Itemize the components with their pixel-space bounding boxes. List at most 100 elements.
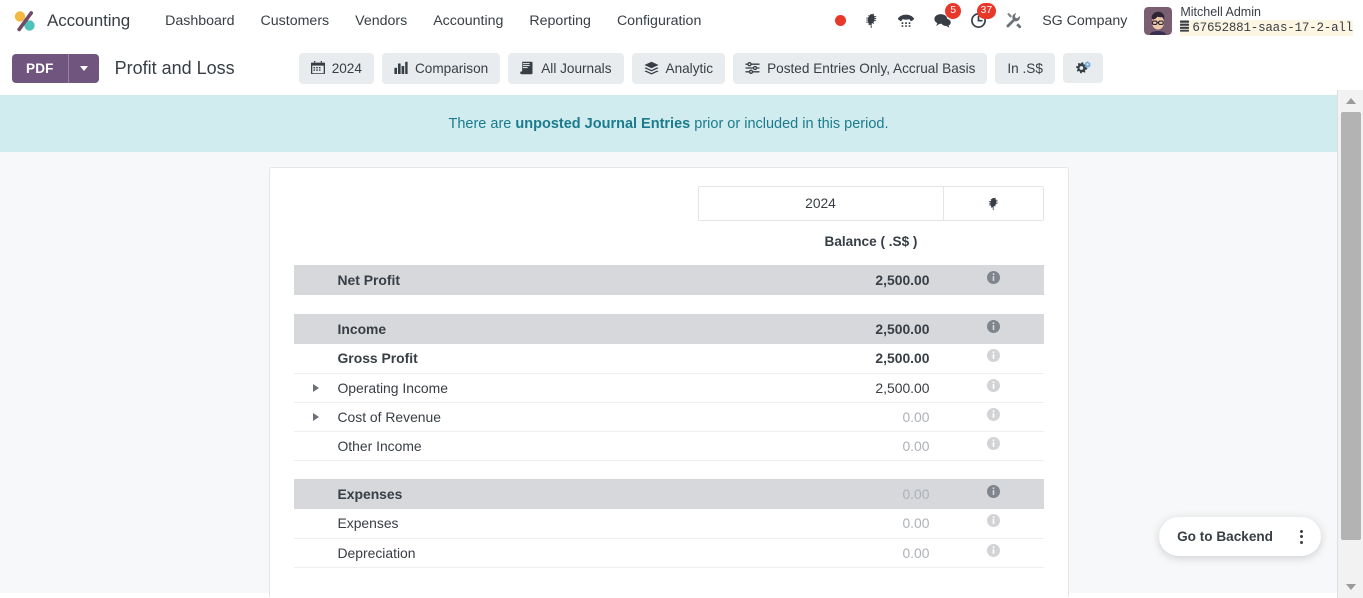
column-header-bug-icon[interactable] — [942, 187, 1043, 220]
nav-dashboard[interactable]: Dashboard — [152, 8, 247, 34]
database-icon — [1180, 20, 1190, 36]
info-icon[interactable] — [987, 320, 1000, 333]
report-filter-bar: 2024 Comparison All Journals Analytic Po… — [298, 52, 1103, 84]
table-row[interactable]: Depreciation 0.00 — [293, 538, 1044, 568]
kebab-menu-icon[interactable] — [1288, 524, 1314, 550]
page-title: Profit and Loss — [114, 57, 235, 78]
brand-name: Accounting — [47, 10, 131, 30]
table-row[interactable]: Operating Income 2,500.00 — [293, 373, 1044, 403]
table-spacer-row — [293, 460, 1044, 479]
database-name-chip: 67652881-saas-17-2-all — [1180, 19, 1353, 36]
row-toggle-cell — [293, 373, 338, 403]
scrollbar-track[interactable] — [1338, 112, 1363, 576]
pdf-export-dropdown-button[interactable] — [67, 53, 99, 83]
nav-vendors[interactable]: Vendors — [342, 8, 420, 34]
profit-and-loss-report-card: 2024 Balance ( .S$ ) Net Profit 2,500.00 — [268, 167, 1069, 597]
company-switcher[interactable]: SG Company — [1031, 8, 1138, 34]
report-settings-button[interactable] — [1062, 53, 1103, 83]
recording-dot-shape — [835, 15, 847, 26]
table-row[interactable]: Income 2,500.00 — [293, 314, 1044, 344]
row-label: Net Profit — [337, 272, 401, 288]
user-info: Mitchell Admin 67652881-saas-17-2-all — [1180, 5, 1353, 36]
row-value: 2,500.00 — [793, 373, 944, 403]
go-to-backend-button[interactable]: Go to Backend — [1164, 522, 1286, 551]
user-name: Mitchell Admin — [1180, 5, 1261, 20]
filter-currency[interactable]: In .S$ — [995, 52, 1055, 84]
row-info-cell — [943, 344, 1044, 374]
row-label: Income — [337, 321, 387, 337]
row-info-cell — [944, 265, 1044, 295]
row-label: Cost of Revenue — [337, 402, 794, 432]
voip-phone-icon[interactable] — [888, 6, 924, 36]
row-info-cell — [943, 538, 1044, 568]
table-row[interactable]: Expenses 0.00 — [293, 479, 1044, 509]
table-spacer-row — [293, 295, 1044, 314]
vertical-scrollbar[interactable] — [1337, 90, 1363, 598]
info-icon[interactable] — [987, 485, 1000, 498]
nav-configuration[interactable]: Configuration — [604, 8, 714, 34]
row-info-cell — [944, 479, 1044, 509]
filter-analytic-label: Analytic — [665, 60, 714, 76]
nav-accounting[interactable]: Accounting — [420, 8, 516, 34]
user-menu[interactable]: Mitchell Admin 67652881-saas-17-2-all — [1138, 5, 1353, 36]
kebab-dot — [1299, 535, 1303, 538]
nav-customers[interactable]: Customers — [248, 8, 343, 34]
info-icon[interactable] — [987, 271, 1000, 284]
info-icon[interactable] — [987, 349, 1000, 363]
alert-link-unposted-entries[interactable]: unposted Journal Entries — [515, 116, 690, 132]
profit-and-loss-table: Net Profit 2,500.00 Income 2,500.00 Gros… — [293, 265, 1044, 568]
messages-icon[interactable]: 5 — [924, 2, 962, 36]
table-row[interactable]: Gross Profit 2,500.00 — [293, 344, 1044, 374]
filter-analytic[interactable]: Analytic — [631, 52, 726, 84]
row-info-cell — [944, 314, 1044, 344]
filter-comparison[interactable]: Comparison — [381, 52, 501, 84]
row-label: Depreciation — [337, 538, 794, 568]
filter-date-2024[interactable]: 2024 — [298, 52, 374, 84]
row-toggle-cell — [293, 402, 338, 432]
row-value: 2,500.00 — [793, 344, 944, 374]
row-value: 2,500.00 — [875, 321, 930, 337]
brand-home-link[interactable]: Accounting — [12, 8, 130, 34]
odoo-accounting-percent-logo-icon — [12, 8, 38, 34]
calendar-icon — [310, 61, 325, 75]
filter-journals[interactable]: All Journals — [508, 52, 624, 84]
scrollbar-down-arrow[interactable] — [1338, 576, 1363, 598]
scrollbar-thumb[interactable] — [1340, 112, 1361, 540]
report-content-area: 2024 Balance ( .S$ ) Net Profit 2,500.00 — [0, 152, 1337, 597]
caret-right-icon[interactable] — [312, 383, 319, 392]
filter-options[interactable]: Posted Entries Only, Accrual Basis — [733, 52, 988, 84]
table-row[interactable]: Expenses 0.00 — [293, 509, 1044, 539]
table-row[interactable]: Other Income 0.00 — [293, 431, 1044, 461]
row-toggle-cell — [294, 314, 338, 344]
table-row[interactable]: Net Profit 2,500.00 — [293, 265, 1044, 295]
top-navbar: Accounting Dashboard Customers Vendors A… — [0, 0, 1363, 42]
caret-right-icon[interactable] — [312, 412, 319, 421]
info-icon[interactable] — [987, 378, 1000, 392]
info-icon[interactable] — [987, 514, 1000, 528]
info-icon[interactable] — [987, 436, 1000, 450]
row-info-cell — [943, 373, 1044, 403]
balance-column-label: Balance ( .S$ ) — [824, 234, 918, 249]
row-toggle-cell — [293, 538, 338, 568]
row-info-cell — [943, 509, 1044, 539]
pdf-export-button[interactable]: PDF — [12, 53, 68, 83]
info-icon[interactable] — [987, 543, 1000, 557]
column-header-year[interactable]: 2024 — [698, 187, 943, 220]
report-column-headers: 2024 — [294, 186, 1044, 221]
kebab-dot — [1299, 529, 1303, 533]
nav-reporting[interactable]: Reporting — [516, 8, 604, 34]
info-icon[interactable] — [987, 407, 1000, 421]
bug-icon[interactable] — [855, 6, 888, 36]
row-info-cell — [943, 402, 1044, 432]
table-row[interactable]: Cost of Revenue 0.00 — [293, 402, 1044, 432]
row-label: Expenses — [337, 509, 794, 539]
developer-tools-icon[interactable] — [996, 6, 1031, 36]
messages-badge: 5 — [945, 2, 962, 19]
filter-currency-label: In .S$ — [1007, 60, 1043, 76]
activities-clock-icon[interactable]: 37 — [961, 2, 997, 36]
scrollbar-up-arrow[interactable] — [1338, 90, 1363, 112]
row-toggle-cell — [293, 509, 338, 539]
unposted-entries-alert: There are unposted Journal Entries prior… — [0, 94, 1337, 152]
chevron-down-icon — [79, 65, 88, 71]
recording-dot-icon[interactable] — [826, 6, 855, 36]
